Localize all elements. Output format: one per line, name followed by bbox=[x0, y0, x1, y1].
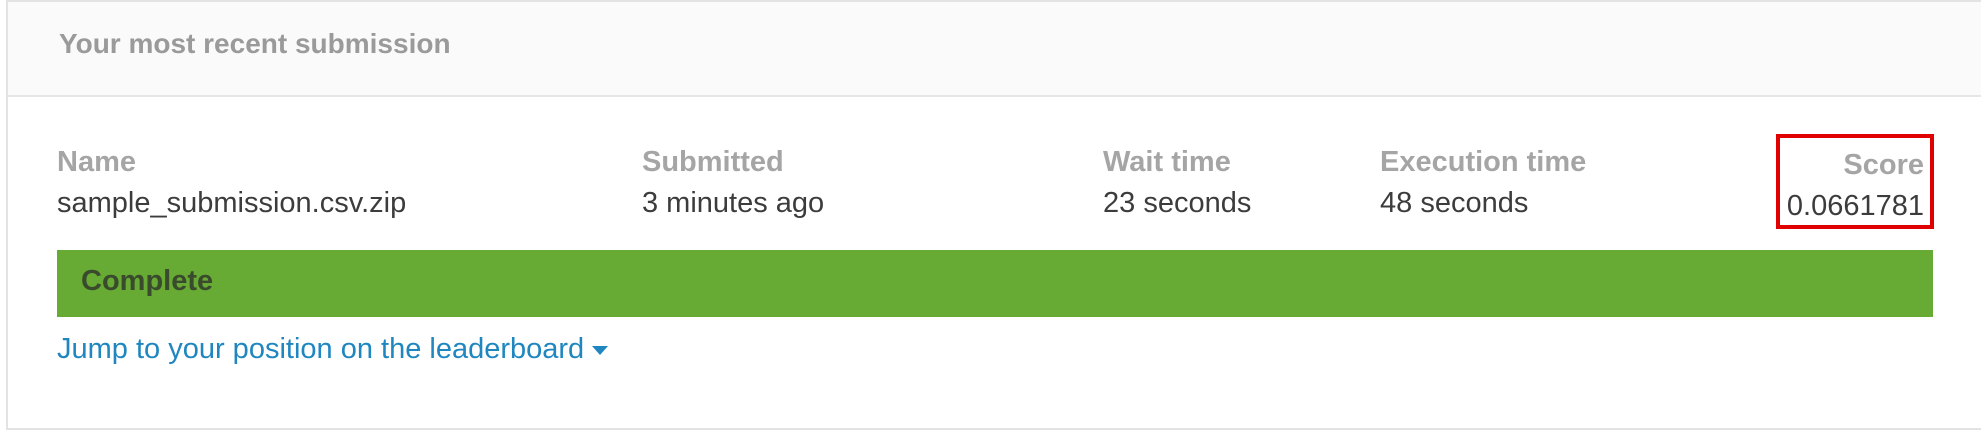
score-label: Score bbox=[1843, 149, 1924, 181]
status-text: Complete bbox=[81, 265, 214, 297]
submitted-label: Submitted bbox=[642, 146, 784, 178]
submitted-column: Submitted 3 minutes ago bbox=[642, 145, 824, 220]
panel-header: Your most recent submission bbox=[8, 2, 1981, 97]
caret-down-icon bbox=[592, 345, 609, 355]
wait-time-label: Wait time bbox=[1103, 146, 1231, 178]
score-value: 0.0661781 bbox=[1786, 190, 1924, 222]
jump-to-leaderboard-label: Jump to your position on the leaderboard bbox=[57, 333, 585, 365]
execution-time-value: 48 seconds bbox=[1380, 187, 1529, 219]
wait-time-value: 23 seconds bbox=[1103, 187, 1252, 219]
jump-to-leaderboard-link[interactable]: Jump to your position on the leaderboard bbox=[57, 333, 609, 366]
execution-time-label: Execution time bbox=[1380, 146, 1587, 178]
name-column: Name sample_submission.csv.zip bbox=[57, 145, 406, 220]
score-highlight-box: Score 0.0661781 bbox=[1776, 134, 1934, 229]
submitted-value: 3 minutes ago bbox=[642, 187, 825, 219]
execution-time-column: Execution time 48 seconds bbox=[1380, 145, 1586, 220]
panel-title: Your most recent submission bbox=[59, 28, 451, 59]
name-value: sample_submission.csv.zip bbox=[57, 187, 407, 219]
wait-time-column: Wait time 23 seconds bbox=[1103, 145, 1251, 220]
status-bar: Complete bbox=[57, 250, 1933, 317]
name-label: Name bbox=[57, 146, 136, 178]
